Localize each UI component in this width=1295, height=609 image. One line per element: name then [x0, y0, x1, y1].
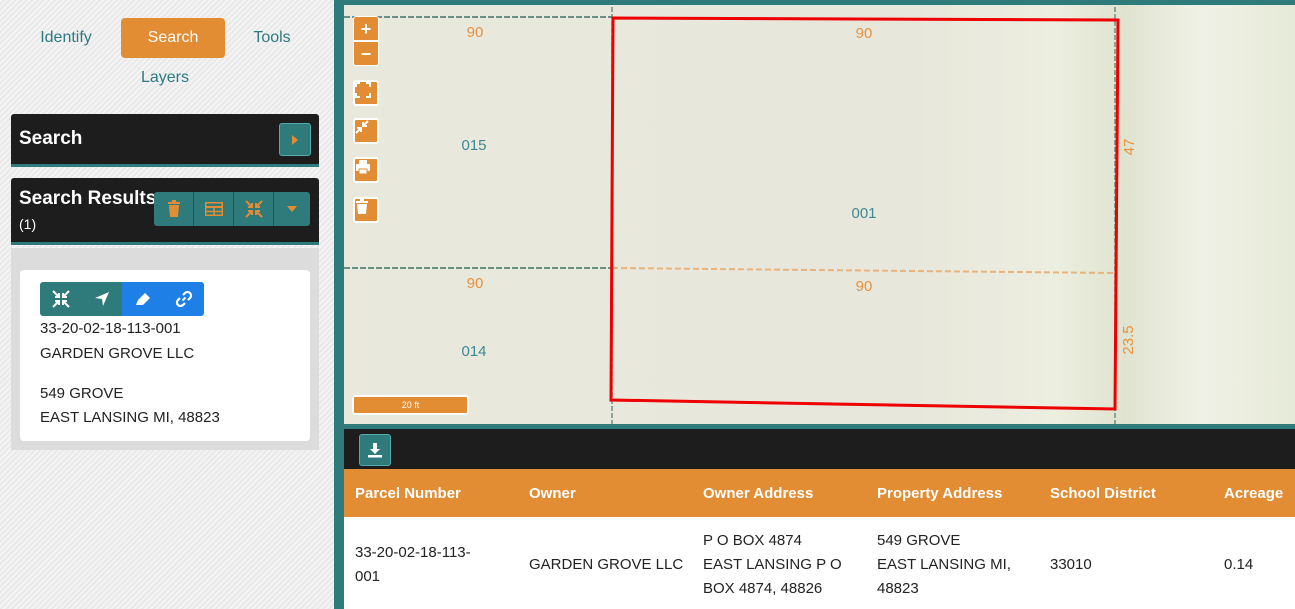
- dimension-label: 47: [1121, 139, 1138, 156]
- result-parcel-number: 33-20-02-18-113-001: [40, 320, 181, 337]
- column-header-school-district[interactable]: School District: [1050, 485, 1156, 502]
- full-extent-button[interactable]: [353, 80, 379, 106]
- navigate-button[interactable]: [81, 282, 122, 316]
- link-icon: [175, 290, 192, 308]
- dimension-label: 90: [467, 24, 484, 41]
- result-address-line1: 549 GROVE: [40, 385, 124, 402]
- print-icon: [356, 160, 370, 175]
- results-menu-button[interactable]: [274, 192, 310, 226]
- zoom-in-button[interactable]: +: [353, 16, 379, 41]
- cell-property-address: 549 GROVE EAST LANSING MI, 48823: [877, 532, 1011, 597]
- table-icon: [204, 202, 223, 216]
- zoom-to-results-button[interactable]: [234, 192, 274, 226]
- trash-icon: [356, 199, 368, 214]
- map-top-border: [344, 0, 1295, 5]
- column-header-parcel-number[interactable]: Parcel Number: [355, 485, 461, 502]
- download-icon: [368, 443, 382, 458]
- highlight-button[interactable]: [122, 282, 163, 316]
- map-view[interactable]: 90 90 90 90 015 014 001 47 23.5 + − 20 f…: [344, 0, 1295, 424]
- dimension-label: 23.5: [1120, 325, 1137, 354]
- table-header-row: Parcel Number Owner Owner Address Proper…: [344, 469, 1295, 517]
- results-toolbar: [154, 192, 310, 226]
- cell-owner: GARDEN GROVE LLC: [529, 556, 684, 573]
- result-owner: GARDEN GROVE LLC: [40, 345, 195, 362]
- link-button[interactable]: [163, 282, 204, 316]
- parcel-line: [611, 267, 1116, 274]
- tab-search[interactable]: Search: [121, 18, 225, 58]
- zoom-to-selection-button[interactable]: [353, 118, 379, 144]
- search-panel-header: Search: [11, 114, 319, 167]
- zoom-out-button[interactable]: −: [353, 41, 379, 66]
- scale-bar: 20 ft: [352, 395, 469, 415]
- column-header-acreage[interactable]: Acreage: [1224, 485, 1283, 502]
- cell-school-district: 33010: [1050, 556, 1092, 573]
- search-results-title: Search Results: [19, 188, 157, 209]
- compress-icon: [51, 290, 70, 308]
- cell-acreage: 0.14: [1224, 556, 1254, 573]
- panel-divider[interactable]: [334, 0, 344, 609]
- compress-icon: [355, 120, 369, 134]
- result-address-line2: EAST LANSING MI, 48823: [40, 409, 220, 426]
- caret-down-icon: [287, 206, 297, 212]
- cell-owner-address: P O BOX 4874 EAST LANSING P O BOX 4874, …: [703, 532, 842, 597]
- column-header-owner-address[interactable]: Owner Address: [703, 485, 813, 502]
- clear-map-button[interactable]: [353, 197, 379, 223]
- scale-label: 20 ft: [401, 400, 420, 410]
- search-expand-button[interactable]: [279, 123, 311, 156]
- parcel-id-label: 015: [461, 137, 486, 154]
- table-view-button[interactable]: [194, 192, 234, 226]
- print-button[interactable]: [353, 157, 379, 183]
- parcel-id-label: 014: [461, 343, 486, 360]
- expand-icon: [355, 82, 371, 98]
- dimension-label: 90: [856, 25, 873, 42]
- tab-layers[interactable]: Layers: [121, 58, 209, 98]
- clear-results-button[interactable]: [154, 192, 194, 226]
- result-card-toolbar: [40, 282, 204, 316]
- tab-tools[interactable]: Tools: [228, 18, 316, 58]
- zoom-to-parcel-button[interactable]: [40, 282, 81, 316]
- caret-right-icon: [292, 134, 298, 145]
- location-arrow-icon: [94, 292, 109, 306]
- compress-icon: [244, 200, 263, 218]
- cell-parcel-number: 33-20-02-18-113- 001: [355, 544, 471, 585]
- parcel-id-label: 001: [851, 205, 876, 222]
- highlighter-icon: [135, 293, 150, 305]
- result-card[interactable]: 33-20-02-18-113-001 GARDEN GROVE LLC 549…: [20, 270, 310, 441]
- column-header-property-address[interactable]: Property Address: [877, 485, 1002, 502]
- map-canvas[interactable]: 90 90 90 90 015 014 001 47 23.5: [344, 0, 1295, 424]
- dimension-label: 90: [856, 278, 873, 295]
- search-results-header: Search Results (1): [11, 178, 319, 245]
- table-toolbar: [344, 429, 1295, 469]
- download-button[interactable]: [359, 434, 391, 466]
- trash-icon: [167, 200, 180, 217]
- search-panel-title: Search: [19, 128, 83, 149]
- search-results-count: (1): [19, 216, 37, 232]
- dimension-label: 90: [467, 275, 484, 292]
- tab-identify[interactable]: Identify: [22, 18, 110, 58]
- column-header-owner[interactable]: Owner: [529, 485, 576, 502]
- attribute-table: Parcel Number Owner Owner Address Proper…: [344, 424, 1295, 609]
